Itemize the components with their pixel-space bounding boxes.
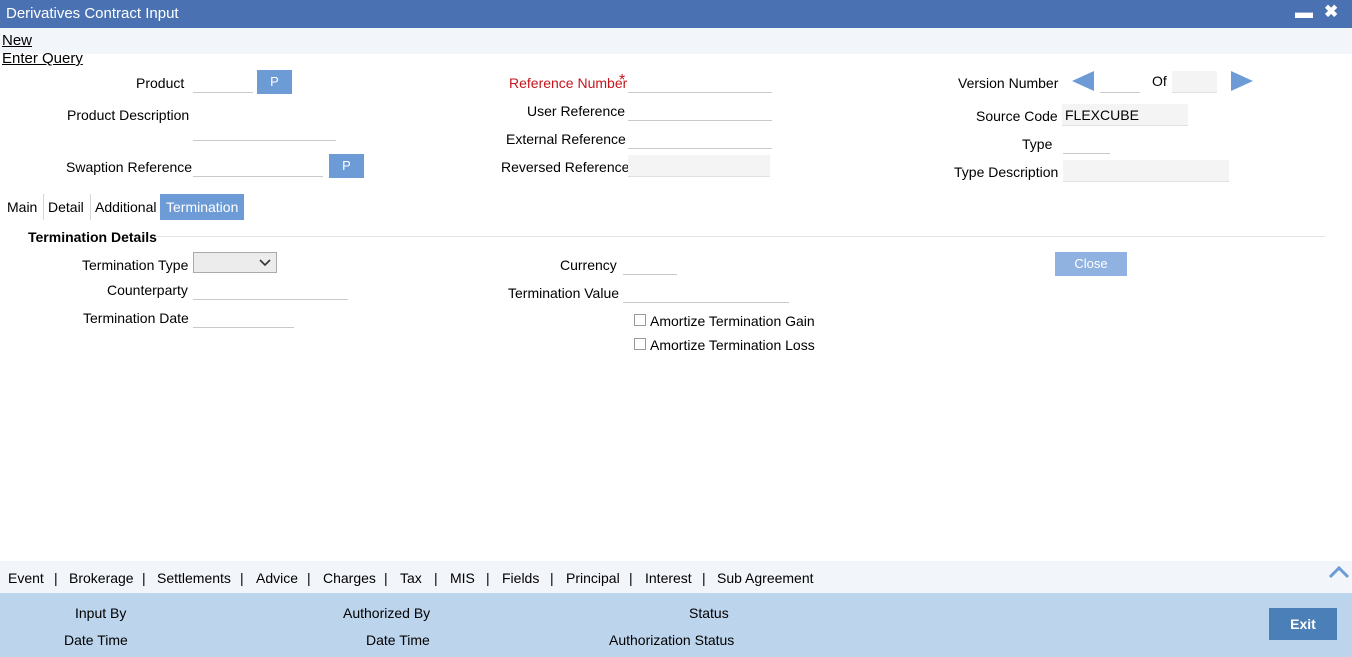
reference-number-input[interactable] <box>628 71 772 93</box>
type-description-label: Type Description <box>954 164 1059 180</box>
input-date-time-label: Date Time <box>64 632 128 648</box>
brokerage-link[interactable]: Brokerage <box>69 570 134 586</box>
exit-button[interactable]: Exit <box>1269 608 1337 640</box>
reversed-reference-input[interactable] <box>628 155 770 177</box>
principal-link[interactable]: Principal <box>566 570 620 586</box>
charges-link[interactable]: Charges <box>323 570 376 586</box>
close-button[interactable]: Close <box>1055 252 1127 276</box>
bottom-link-bar: Event | Brokerage | Settlements | Advice… <box>0 561 1352 593</box>
currency-input[interactable] <box>623 253 677 275</box>
tab-detail[interactable]: Detail <box>42 194 91 220</box>
authorized-date-time-label: Date Time <box>366 632 430 648</box>
tab-main[interactable]: Main <box>1 194 45 220</box>
external-reference-input[interactable] <box>628 127 772 149</box>
input-by-label: Input By <box>75 605 127 621</box>
fields-link[interactable]: Fields <box>502 570 539 586</box>
separator: | <box>550 570 554 586</box>
minimize-icon[interactable]: ▬ <box>1295 2 1313 23</box>
reference-number-label: Reference Number <box>509 75 628 91</box>
authorization-status-label: Authorization Status <box>609 632 735 648</box>
status-label: Status <box>689 605 729 621</box>
separator: | <box>629 570 633 586</box>
product-description-label: Product Description <box>67 107 190 123</box>
new-link[interactable]: New <box>2 32 32 49</box>
amortize-loss-label: Amortize Termination Loss <box>650 337 815 353</box>
product-input[interactable] <box>193 71 253 93</box>
source-code-label: Source Code <box>976 108 1058 124</box>
tax-link[interactable]: Tax <box>400 570 422 586</box>
counterparty-label: Counterparty <box>107 282 188 298</box>
next-version-icon[interactable] <box>1231 71 1253 91</box>
amortize-loss-checkbox[interactable] <box>634 338 646 350</box>
termination-value-input[interactable] <box>623 281 789 303</box>
amortize-gain-checkbox[interactable] <box>634 314 646 326</box>
section-divider <box>155 236 1325 237</box>
separator: | <box>486 570 490 586</box>
sub-agreement-link[interactable]: Sub Agreement <box>717 570 814 586</box>
settlements-link[interactable]: Settlements <box>157 570 231 586</box>
termination-type-select[interactable] <box>193 252 277 273</box>
product-description-input[interactable] <box>193 119 336 141</box>
swaption-lookup-button[interactable]: P <box>329 154 364 178</box>
user-reference-label: User Reference <box>527 103 626 119</box>
enter-query-link[interactable]: Enter Query <box>2 50 83 67</box>
source-code-value: FLEXCUBE <box>1062 104 1188 126</box>
version-total-input <box>1172 71 1217 93</box>
window-title: Derivatives Contract Input <box>6 5 179 22</box>
chevron-up-icon[interactable] <box>1328 563 1350 581</box>
separator: | <box>54 570 58 586</box>
currency-label: Currency <box>560 257 617 273</box>
separator: | <box>142 570 146 586</box>
reversed-reference-label: Reversed Reference <box>501 159 630 175</box>
amortize-gain-label: Amortize Termination Gain <box>650 313 815 329</box>
interest-link[interactable]: Interest <box>645 570 692 586</box>
previous-version-icon[interactable] <box>1072 71 1094 91</box>
external-reference-label: External Reference <box>506 131 626 147</box>
termination-type-label: Termination Type <box>82 257 189 273</box>
version-number-label: Version Number <box>958 75 1059 91</box>
separator: | <box>384 570 388 586</box>
required-marker: * <box>619 72 626 89</box>
swaption-reference-label: Swaption Reference <box>66 159 193 175</box>
advice-link[interactable]: Advice <box>256 570 298 586</box>
version-number-input[interactable] <box>1100 71 1140 93</box>
event-link[interactable]: Event <box>8 570 44 586</box>
mis-link[interactable]: MIS <box>450 570 475 586</box>
window-titlebar: Derivatives Contract Input ▬ ✖ <box>0 0 1352 28</box>
termination-date-label: Termination Date <box>83 310 189 326</box>
termination-value-label: Termination Value <box>508 285 620 301</box>
type-label: Type <box>1022 136 1053 152</box>
separator: | <box>434 570 438 586</box>
separator: | <box>240 570 244 586</box>
section-title: Termination Details <box>28 229 157 245</box>
menu-band <box>0 28 1352 54</box>
termination-date-input[interactable] <box>193 306 294 328</box>
product-label: Product <box>136 75 185 91</box>
swaption-reference-input[interactable] <box>193 155 323 177</box>
type-input[interactable] <box>1063 132 1110 154</box>
separator: | <box>702 570 706 586</box>
type-description-input <box>1063 160 1229 182</box>
product-lookup-button[interactable]: P <box>257 70 292 94</box>
counterparty-input[interactable] <box>193 278 348 300</box>
authorized-by-label: Authorized By <box>343 605 431 621</box>
of-label: Of <box>1152 73 1167 89</box>
chevron-down-icon <box>258 253 272 275</box>
user-reference-input[interactable] <box>628 99 772 121</box>
close-icon[interactable]: ✖ <box>1324 2 1338 22</box>
tab-termination-details[interactable]: Termination Details <box>160 194 245 241</box>
separator: | <box>307 570 311 586</box>
tab-additional[interactable]: Additional <box>89 194 164 220</box>
audit-footer: Input By Date Time Authorized By Date Ti… <box>0 593 1352 657</box>
